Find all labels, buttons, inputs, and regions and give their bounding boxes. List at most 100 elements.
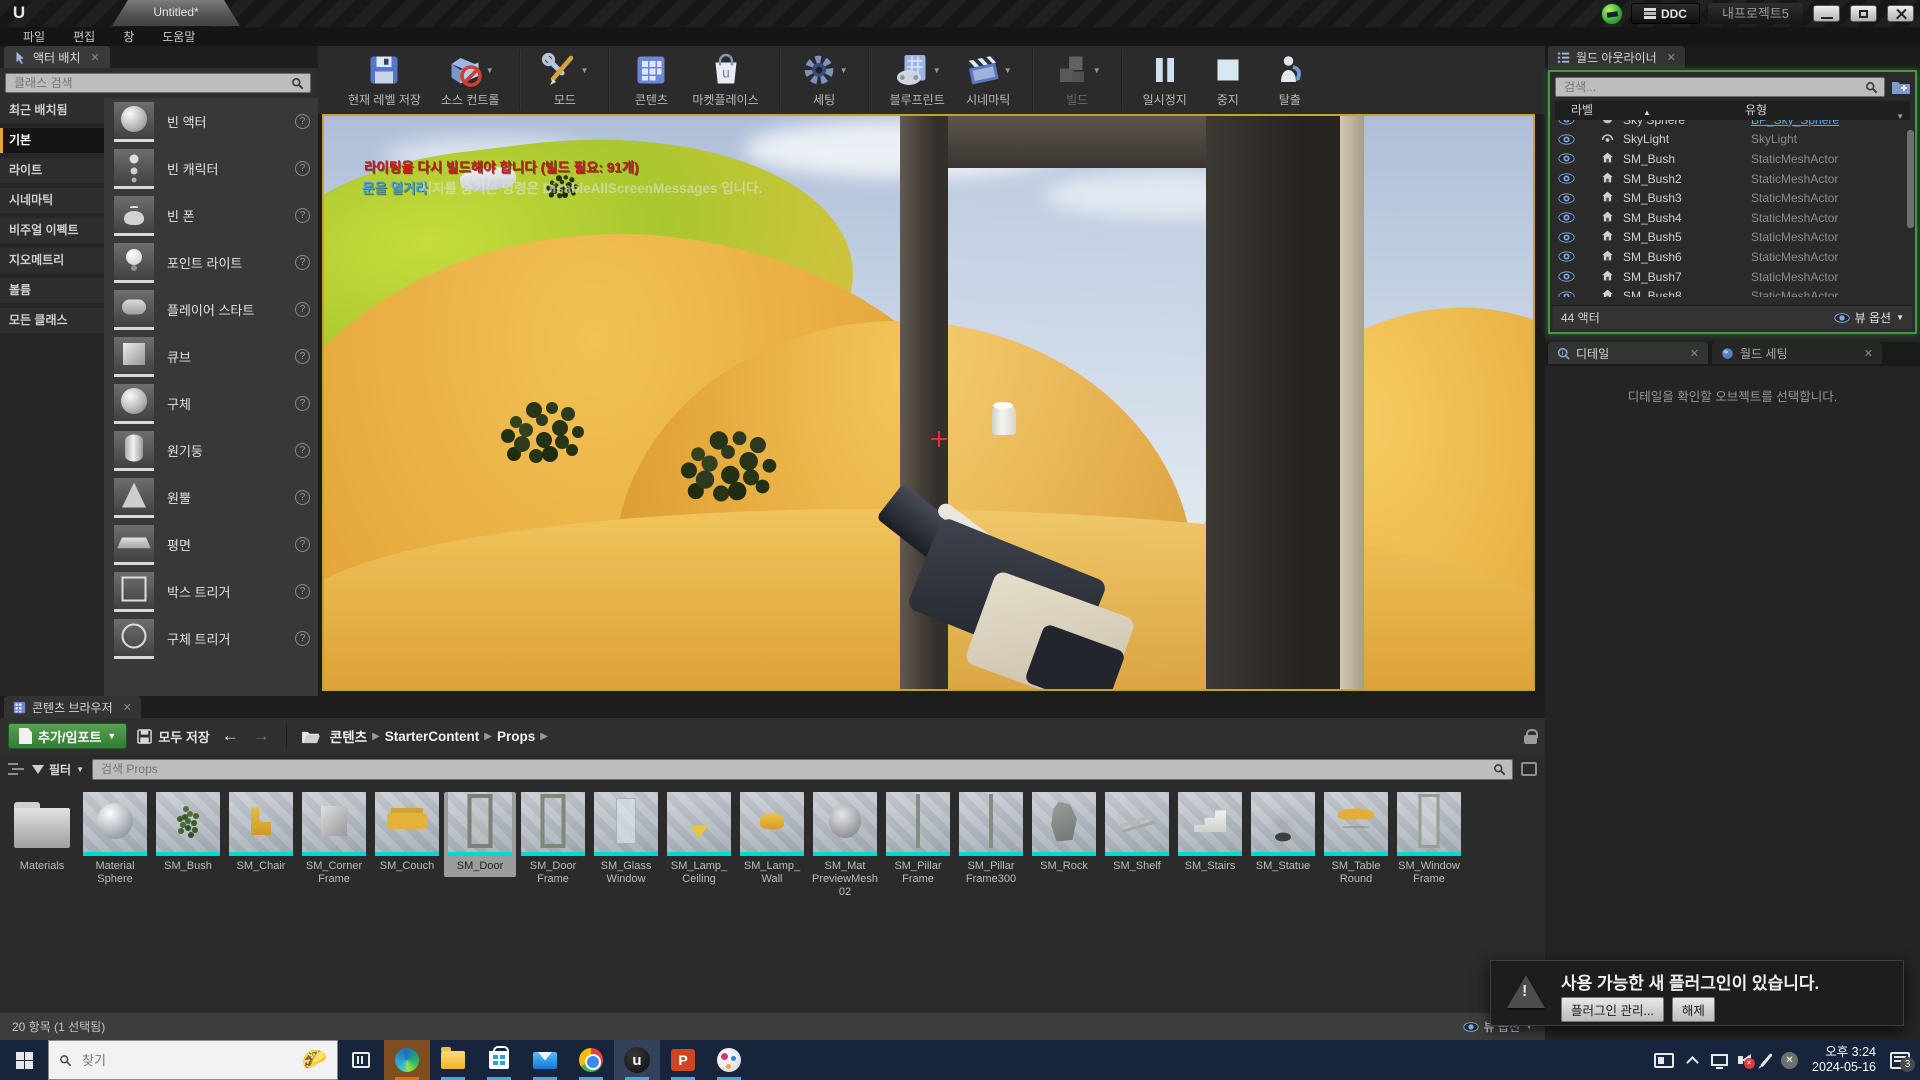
asset-tile[interactable]: SM_Statue bbox=[1247, 792, 1319, 873]
help-icon[interactable]: ? bbox=[295, 349, 310, 364]
viewport[interactable]: 라이팅을 다시 빌드해야 합니다 (빌드 필요: 91개) 문을 열거라 시지를… bbox=[322, 114, 1535, 691]
help-icon[interactable]: ? bbox=[295, 302, 310, 317]
actor-item[interactable]: 빈 캐릭터? bbox=[104, 145, 318, 192]
asset-tile[interactable]: SM_Stairs bbox=[1174, 792, 1246, 873]
taskbar-app-store[interactable] bbox=[476, 1040, 522, 1080]
taskbar-app-unreal[interactable]: u bbox=[614, 1040, 660, 1080]
help-icon[interactable]: ? bbox=[295, 631, 310, 646]
actor-item[interactable]: 원뿔? bbox=[104, 474, 318, 521]
asset-tile[interactable]: SM_Lamp_ Ceiling bbox=[663, 792, 735, 886]
toolbar-stop-button[interactable]: 중지 bbox=[1197, 46, 1259, 114]
visibility-eye-icon[interactable] bbox=[1553, 291, 1579, 297]
help-icon[interactable]: ? bbox=[295, 537, 310, 552]
asset-tile[interactable]: SM_Rock bbox=[1028, 792, 1100, 873]
actor-item[interactable]: 구체 트리거? bbox=[104, 615, 318, 662]
help-icon[interactable]: ? bbox=[295, 443, 310, 458]
taskbar-app-task-view[interactable] bbox=[338, 1040, 384, 1080]
menu-item[interactable]: 창 bbox=[110, 28, 147, 45]
outliner-scrollbar[interactable] bbox=[1907, 130, 1914, 228]
actor-item[interactable]: 박스 트리거? bbox=[104, 568, 318, 615]
action-center-icon[interactable]: 3 bbox=[1890, 1052, 1910, 1069]
volume-muted-icon[interactable] bbox=[1742, 1054, 1751, 1066]
close-tab-icon[interactable]: ✕ bbox=[1667, 51, 1676, 64]
visibility-eye-icon[interactable] bbox=[1553, 271, 1579, 282]
category-4[interactable]: 비주얼 이펙트 bbox=[0, 218, 104, 243]
outliner-row[interactable]: SM_Bush4StaticMeshActor bbox=[1553, 208, 1912, 228]
help-icon[interactable]: ? bbox=[295, 396, 310, 411]
actor-item[interactable]: 포인트 라이트? bbox=[104, 239, 318, 286]
lock-icon[interactable] bbox=[1524, 729, 1537, 744]
outliner-row[interactable]: SM_Bush3StaticMeshActor bbox=[1553, 188, 1912, 208]
tab-place-actors[interactable]: 액터 배치 ✕ bbox=[4, 46, 110, 68]
help-icon[interactable]: ? bbox=[295, 490, 310, 505]
ddc-button[interactable]: DDC bbox=[1631, 3, 1700, 24]
tab-world-outliner[interactable]: 월드 아웃라이너 ✕ bbox=[1548, 46, 1685, 68]
category-7[interactable]: 모든 클래스 bbox=[0, 308, 104, 333]
taskbar-app-edge[interactable] bbox=[384, 1040, 430, 1080]
asset-tile[interactable]: SM_Table Round bbox=[1320, 792, 1392, 886]
toolbar-pause-button[interactable]: 일시정지 bbox=[1133, 46, 1197, 114]
menu-item[interactable]: 파일 bbox=[10, 28, 58, 45]
outliner-row[interactable]: SkyLightSkyLight bbox=[1553, 130, 1912, 150]
dismiss-button[interactable]: 해제 bbox=[1672, 997, 1715, 1022]
actor-item[interactable]: 빈 폰? bbox=[104, 192, 318, 239]
category-5[interactable]: 지오메트리 bbox=[0, 248, 104, 273]
toolbar-settings-button[interactable]: ▼세팅 bbox=[791, 46, 858, 114]
toolbar-cinematics-button[interactable]: ▼시네마틱 bbox=[955, 46, 1022, 114]
close-tab-icon[interactable]: ✕ bbox=[123, 701, 132, 714]
category-6[interactable]: 볼륨 bbox=[0, 278, 104, 303]
visibility-eye-icon[interactable] bbox=[1553, 251, 1579, 262]
column-type[interactable]: 유형▼ bbox=[1745, 101, 1910, 120]
taskbar-app-explorer[interactable] bbox=[430, 1040, 476, 1080]
menu-item[interactable]: 편집 bbox=[60, 28, 108, 45]
class-search-field[interactable] bbox=[5, 73, 311, 93]
actor-item[interactable]: 구체? bbox=[104, 380, 318, 427]
tab-world-settings[interactable]: 월드 세팅 ✕ bbox=[1712, 342, 1882, 364]
start-button[interactable] bbox=[0, 1040, 48, 1080]
outliner-row[interactable]: SM_Bush2StaticMeshActor bbox=[1553, 169, 1912, 189]
asset-tile[interactable]: Material Sphere bbox=[79, 792, 151, 886]
breadcrumb-0[interactable]: 콘텐츠 bbox=[330, 726, 367, 746]
close-button[interactable] bbox=[1887, 5, 1914, 22]
toolbar-source-button[interactable]: ▼소스 컨트롤 bbox=[431, 46, 510, 114]
menu-item[interactable]: 도움말 bbox=[149, 28, 208, 45]
asset-tile[interactable]: SM_Pillar Frame300 bbox=[955, 792, 1027, 886]
toolbar-modes-button[interactable]: ▼모드 bbox=[531, 46, 598, 114]
class-search-input[interactable] bbox=[12, 75, 291, 91]
close-tab-icon[interactable]: ✕ bbox=[91, 51, 100, 64]
chevron-down-icon[interactable]: ▼ bbox=[486, 66, 494, 75]
toolbar-content-button[interactable]: 콘텐츠 bbox=[620, 46, 682, 114]
asset-tile[interactable]: SM_Pillar Frame bbox=[882, 792, 954, 886]
network-icon[interactable] bbox=[1711, 1054, 1728, 1066]
news-icon[interactable] bbox=[1654, 1053, 1674, 1068]
taskbar-app-mail[interactable] bbox=[522, 1040, 568, 1080]
help-icon[interactable]: ? bbox=[295, 584, 310, 599]
restore-button[interactable] bbox=[1850, 5, 1877, 22]
taskbar-clock[interactable]: 오후 3:24 2024-05-16 bbox=[1812, 1045, 1876, 1075]
taskbar-app-powerpoint[interactable]: P bbox=[660, 1040, 706, 1080]
outliner-search-input[interactable] bbox=[1562, 79, 1865, 95]
outliner-search-field[interactable] bbox=[1555, 77, 1885, 97]
taskbar-search-input[interactable] bbox=[80, 1052, 294, 1069]
toolbar-market-button[interactable]: u마켓플레이스 bbox=[682, 46, 768, 114]
visibility-eye-icon[interactable] bbox=[1553, 193, 1579, 204]
breadcrumb-2[interactable]: Props bbox=[497, 729, 535, 744]
view-options-button[interactable]: 뷰 옵션▼ bbox=[1834, 309, 1904, 326]
tutorial-icon[interactable] bbox=[1601, 3, 1623, 25]
chevron-down-icon[interactable]: ▼ bbox=[840, 66, 848, 75]
pen-icon[interactable] bbox=[1760, 1053, 1772, 1067]
visibility-eye-icon[interactable] bbox=[1553, 120, 1579, 125]
minimize-button[interactable] bbox=[1813, 5, 1840, 22]
outliner-row[interactable]: Sky SphereBP_Sky_Sphere bbox=[1553, 120, 1912, 130]
outliner-row[interactable]: SM_Bush8StaticMeshActor bbox=[1553, 286, 1912, 297]
category-1[interactable]: 기본 bbox=[0, 128, 104, 153]
new-folder-icon[interactable] bbox=[1891, 78, 1911, 96]
help-icon[interactable]: ? bbox=[295, 208, 310, 223]
taskbar-app-chrome[interactable] bbox=[568, 1040, 614, 1080]
actor-item[interactable]: 평면? bbox=[104, 521, 318, 568]
asset-tile[interactable]: Materials bbox=[6, 792, 78, 873]
actor-item[interactable]: 원기둥? bbox=[104, 427, 318, 474]
help-icon[interactable]: ? bbox=[295, 255, 310, 270]
help-icon[interactable]: ? bbox=[295, 161, 310, 176]
asset-tile[interactable]: SM_Door bbox=[444, 792, 516, 877]
